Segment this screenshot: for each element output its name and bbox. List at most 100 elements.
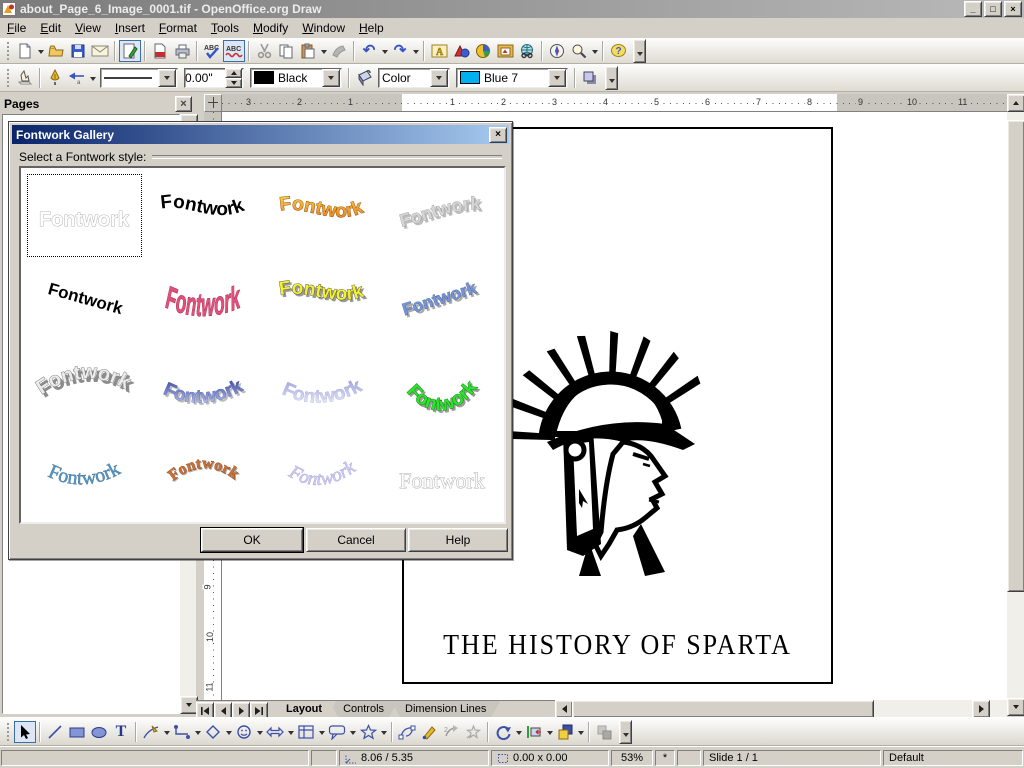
rotate-button[interactable] xyxy=(492,721,514,743)
curve-tool-button[interactable] xyxy=(140,721,162,743)
slide-title-text[interactable]: THE HISTORY OF SPARTA xyxy=(402,629,833,662)
scroll-down-button[interactable] xyxy=(1007,698,1024,716)
help-button[interactable]: ? xyxy=(607,40,629,62)
text-tool-button[interactable]: T xyxy=(110,721,132,743)
fontwork-style-option[interactable]: Fontwork xyxy=(25,345,144,432)
undo-button[interactable]: ↶ xyxy=(358,40,380,62)
paste-button[interactable] xyxy=(297,40,319,62)
zoom-dropdown-arrow[interactable] xyxy=(592,50,598,57)
undo-dropdown-arrow[interactable] xyxy=(382,50,388,57)
cut-button[interactable] xyxy=(253,40,275,62)
arrange-dropdown-arrow[interactable] xyxy=(578,731,584,738)
navigator-button[interactable] xyxy=(546,40,568,62)
block-arrows-dropdown-arrow[interactable] xyxy=(288,731,294,738)
fontwork-style-option[interactable]: Fontwork xyxy=(263,432,382,519)
pages-panel-close-button[interactable]: × xyxy=(175,96,192,112)
cancel-button[interactable]: Cancel xyxy=(306,528,406,552)
horizontal-scrollbar[interactable] xyxy=(555,700,1007,717)
fontwork-style-option[interactable]: Fontwork xyxy=(263,172,382,259)
fill-style-dropdown-button[interactable] xyxy=(430,69,448,87)
spartan-clipart[interactable] xyxy=(505,304,705,576)
connector-tool-button[interactable] xyxy=(171,721,193,743)
alignment-button[interactable] xyxy=(523,721,545,743)
copy-button[interactable] xyxy=(275,40,297,62)
paste-dropdown-arrow[interactable] xyxy=(321,50,327,57)
menu-insert[interactable]: Insert xyxy=(108,19,152,37)
symbol-shapes-button[interactable] xyxy=(233,721,255,743)
tab-dimension-lines[interactable]: Dimension Lines xyxy=(391,701,500,717)
export-pdf-button[interactable] xyxy=(149,40,171,62)
open-button[interactable] xyxy=(45,40,67,62)
scroll-right-button[interactable] xyxy=(972,700,990,718)
redo-button[interactable]: ↷ xyxy=(389,40,411,62)
stars-dropdown-arrow[interactable] xyxy=(381,731,387,738)
menu-modify[interactable]: Modify xyxy=(246,19,295,37)
fontwork-style-option[interactable]: Fontwork xyxy=(144,432,263,519)
line-color-combo[interactable]: Black xyxy=(250,68,342,88)
edit-file-button[interactable] xyxy=(119,40,141,62)
menu-file[interactable]: File xyxy=(0,19,33,37)
scroll-left-button[interactable] xyxy=(555,700,573,718)
line-color-dropdown-button[interactable] xyxy=(322,69,340,87)
horizontal-scroll-thumb[interactable] xyxy=(572,700,874,718)
curve-dropdown-arrow[interactable] xyxy=(164,731,170,738)
new-button[interactable] xyxy=(14,40,36,62)
new-dropdown-arrow[interactable] xyxy=(38,50,44,57)
toolbar-overflow-button[interactable] xyxy=(605,66,618,90)
fontwork-style-option[interactable]: Fontwork xyxy=(25,259,144,346)
tab-controls[interactable]: Controls xyxy=(329,701,398,717)
arrow-style-button[interactable]: a xyxy=(66,67,88,89)
fontwork-style-option[interactable]: Fontwork xyxy=(263,259,382,346)
rotate-dropdown-arrow[interactable] xyxy=(516,731,522,738)
3d-effects-button[interactable] xyxy=(462,721,484,743)
fontwork-style-option[interactable]: Fontwork xyxy=(381,432,500,519)
fontwork-gallery-button[interactable]: A xyxy=(428,40,450,62)
select-tool-button[interactable] xyxy=(14,721,36,743)
fontwork-style-option[interactable]: Fontwork xyxy=(144,259,263,346)
menu-help[interactable]: Help xyxy=(352,19,391,37)
ok-button[interactable]: OK xyxy=(201,528,303,552)
redo-dropdown-arrow[interactable] xyxy=(413,50,419,57)
print-button[interactable] xyxy=(171,40,193,62)
fontwork-style-option[interactable]: Fontwork xyxy=(144,172,263,259)
arrow-style-dropdown-arrow[interactable] xyxy=(90,77,96,84)
basic-shapes-dropdown-arrow[interactable] xyxy=(226,731,232,738)
fontwork-style-option[interactable]: Fontwork xyxy=(263,345,382,432)
area-dialog-button[interactable] xyxy=(353,67,375,89)
menu-tools[interactable]: Tools xyxy=(204,19,246,37)
status-zoom-cell[interactable]: 53% xyxy=(611,750,653,766)
block-arrows-button[interactable] xyxy=(264,721,286,743)
dialog-close-button[interactable]: × xyxy=(489,127,507,143)
line-dialog-button[interactable] xyxy=(44,67,66,89)
arrange-button[interactable] xyxy=(554,721,576,743)
auto-spellcheck-button[interactable]: ABC xyxy=(223,40,245,62)
flowchart-dropdown-arrow[interactable] xyxy=(319,731,325,738)
toolbar-handle[interactable] xyxy=(6,723,11,741)
zoom-button[interactable] xyxy=(568,40,590,62)
spin-down-button[interactable] xyxy=(225,78,242,88)
email-button[interactable] xyxy=(89,40,111,62)
line-width-spinner[interactable]: 0.00" xyxy=(184,68,244,88)
save-button[interactable] xyxy=(67,40,89,62)
menu-view[interactable]: View xyxy=(68,19,108,37)
alignment-dropdown-arrow[interactable] xyxy=(547,731,553,738)
clone-formatting-button[interactable] xyxy=(328,40,350,62)
menu-edit[interactable]: Edit xyxy=(33,19,68,37)
tab-layout[interactable]: Layout xyxy=(272,701,336,717)
status-style-cell[interactable]: Default xyxy=(883,750,1023,766)
maximize-button[interactable]: □ xyxy=(984,1,1002,17)
fill-style-combo[interactable]: Color xyxy=(378,68,450,88)
spin-up-button[interactable] xyxy=(225,68,242,78)
shadow-toggle-button[interactable] xyxy=(579,67,601,89)
spellcheck-button[interactable]: ABC xyxy=(201,40,223,62)
chart-button[interactable] xyxy=(472,40,494,62)
horizontal-ruler[interactable]: 3 2 1 1 2 3 4 5 6 7 8 9 10 11 xyxy=(222,94,1007,112)
ellipse-tool-button[interactable] xyxy=(88,721,110,743)
fill-color-combo[interactable]: Blue 7 xyxy=(456,68,568,88)
fontwork-style-option[interactable]: Fontwork xyxy=(381,172,500,259)
vertical-scrollbar[interactable] xyxy=(1007,94,1024,716)
menu-format[interactable]: Format xyxy=(152,19,204,37)
line-style-dropdown-button[interactable] xyxy=(158,69,176,87)
symbol-shapes-dropdown-arrow[interactable] xyxy=(257,731,263,738)
hyperlink-button[interactable] xyxy=(516,40,538,62)
